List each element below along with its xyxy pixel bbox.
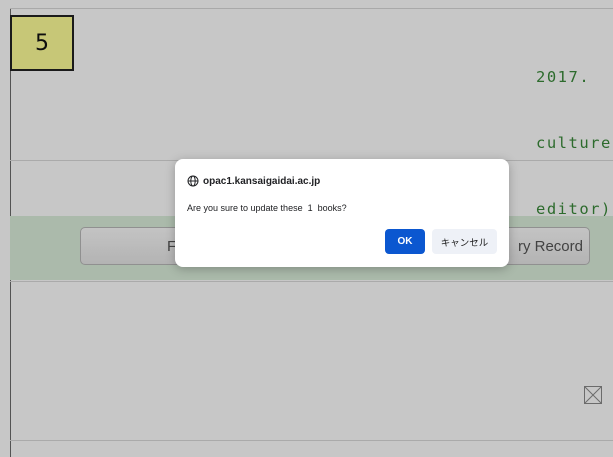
dialog-message: Are you sure to update these 1 books? [187,203,347,213]
globe-icon [187,175,199,187]
ok-button[interactable]: OK [385,229,425,254]
dialog-origin-text: opac1.kansaigaidai.ac.jp [203,175,321,187]
dialog-origin: opac1.kansaigaidai.ac.jp [187,175,320,187]
confirm-dialog: opac1.kansaigaidai.ac.jp Are you sure to… [175,159,509,267]
cancel-button[interactable]: キャンセル [432,229,497,254]
